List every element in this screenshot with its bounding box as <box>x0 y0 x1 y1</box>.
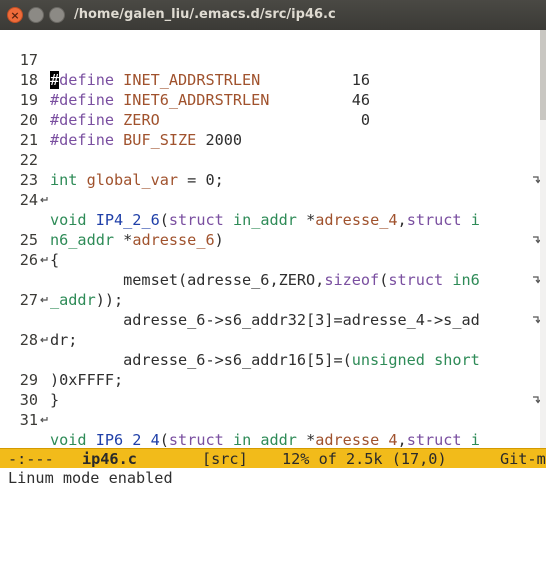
code-line-18[interactable]: 18 #define INET6_ADDRSTRLEN 46 <box>0 50 546 109</box>
wrap-continuation-icon <box>40 257 48 263</box>
window-titlebar: × /home/galen_liu/.emacs.d/src/ip46.c <box>0 0 546 30</box>
wrap-continuation-icon <box>40 417 48 423</box>
buffer-position: 12% of 2.5k (17,0) <box>282 450 447 468</box>
window-title: /home/galen_liu/.emacs.d/src/ip46.c <box>74 7 336 22</box>
code-line-20[interactable]: 20 #define BUF_SIZE 2000 <box>0 90 546 149</box>
code-line-31-continued[interactable]: n6_addr *adresse_6) <box>0 410 546 430</box>
close-icon: × <box>10 9 20 22</box>
code-line-24-continued[interactable]: n6_addr *adresse_6) <box>0 190 546 249</box>
wrap-arrow-icon <box>533 236 540 244</box>
code-line-25[interactable]: 25 { <box>0 210 546 269</box>
code-line-32[interactable]: 32 { <box>0 430 546 448</box>
code-line-30[interactable]: 30 <box>0 370 546 409</box>
scrollbar-thumb[interactable] <box>540 30 546 120</box>
wrap-arrow-icon <box>533 176 540 184</box>
editor-buffer[interactable]: 17 #define INET_ADDRSTRLEN 16 18 #define… <box>0 30 546 448</box>
code-line-27-continued[interactable]: dr; <box>0 290 546 349</box>
minimize-window-button[interactable] <box>28 7 44 23</box>
maximize-window-button[interactable] <box>49 7 65 23</box>
wrap-continuation-icon <box>40 337 48 343</box>
mode-line: -:--- ip46.c [src] 12% of 2.5k (17,0) Gi… <box>0 448 546 468</box>
major-mode[interactable]: [src] <box>202 449 248 469</box>
code-line-21[interactable]: 21 <box>0 110 546 149</box>
vc-status[interactable]: Git-m <box>500 449 546 469</box>
wrap-arrow-icon <box>533 316 540 324</box>
code-line-28[interactable]: 28 adresse_6->s6_addr16[5]=(unsigned sho… <box>0 310 546 369</box>
code-line-26[interactable]: 26 memset(adresse_6,ZERO,sizeof(struct i… <box>0 230 546 289</box>
vertical-scrollbar[interactable] <box>540 30 546 448</box>
code-line-22[interactable]: 22 int global_var = 0; <box>0 130 546 189</box>
code-line-27[interactable]: 27 adresse_6->s6_addr32[3]=adresse_4->s_… <box>0 270 546 329</box>
wrap-continuation-icon <box>40 297 48 303</box>
code-line-28-continued[interactable]: )0xFFFF; <box>0 330 546 389</box>
echo-message: Linum mode enabled <box>8 469 173 487</box>
wrap-continuation-icon <box>40 197 48 203</box>
close-window-button[interactable]: × <box>7 7 23 23</box>
code-line-17[interactable]: 17 #define INET_ADDRSTRLEN 16 <box>0 30 546 89</box>
code-line-26-continued[interactable]: _addr)); <box>0 250 546 309</box>
code-line-31[interactable]: 31 void IP6_2_4(struct in_addr *adresse_… <box>0 390 546 448</box>
code-line-24[interactable]: 24 void IP4_2_6(struct in_addr *adresse_… <box>0 170 546 229</box>
code-line-23[interactable]: 23 <box>0 150 546 189</box>
buffer-state: -:--- <box>8 450 54 468</box>
wrap-arrow-icon <box>533 276 540 284</box>
buffer-name[interactable]: ip46.c <box>82 449 137 469</box>
code-line-19[interactable]: 19 #define ZERO 0 <box>0 70 546 129</box>
wrap-arrow-icon <box>533 396 540 404</box>
code-line-29[interactable]: 29 } <box>0 350 546 409</box>
echo-area: Linum mode enabled <box>0 468 546 488</box>
